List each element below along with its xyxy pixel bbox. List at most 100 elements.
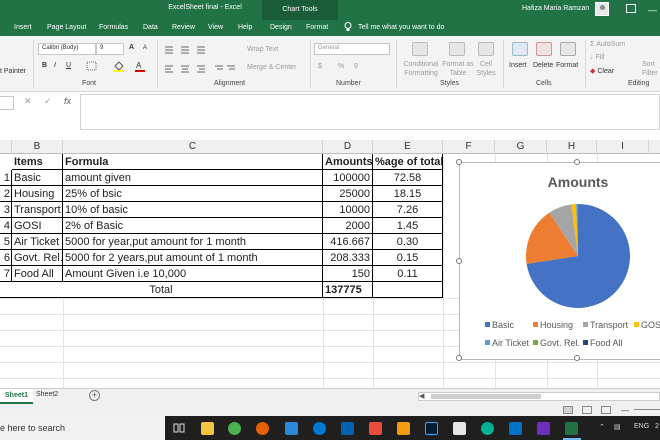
table-cell[interactable]: 0.30: [373, 234, 443, 250]
file-explorer-icon[interactable]: [201, 422, 214, 435]
resize-handle[interactable]: [456, 258, 462, 264]
table-cell[interactable]: 2000: [323, 218, 373, 234]
sheet-tab-sheet1[interactable]: Sheet1: [0, 389, 33, 404]
header-percentage[interactable]: %age of total: [373, 154, 443, 170]
clear-button[interactable]: ◆ Clear: [590, 67, 614, 75]
fill-color-icon[interactable]: [113, 60, 125, 72]
table-cell[interactable]: Transport: [12, 202, 63, 218]
table-cell[interactable]: 5000 for year,put amount for 1 month: [63, 234, 323, 250]
conditional-formatting-button[interactable]: Conditional Formatting: [400, 60, 442, 78]
legend-label[interactable]: Govt. Rel.: [540, 338, 580, 348]
number-format-dropdown[interactable]: General: [314, 43, 390, 55]
tab-formulas[interactable]: Formulas: [99, 24, 128, 31]
header-formula[interactable]: Formula: [63, 154, 323, 170]
column-header-d[interactable]: D: [323, 140, 373, 154]
table-cell[interactable]: 100000: [323, 170, 373, 186]
minimize-icon[interactable]: —: [648, 5, 657, 15]
table-cell[interactable]: Govt. Rel.: [12, 250, 63, 266]
tray-chevron-icon[interactable]: ⌃: [599, 423, 605, 431]
network-icon[interactable]: ▤: [614, 423, 621, 431]
column-header-h[interactable]: H: [547, 140, 597, 154]
row-index[interactable]: 7: [0, 266, 12, 282]
table-cell[interactable]: 2% of Basic: [63, 218, 323, 234]
currency-button[interactable]: $: [318, 63, 322, 70]
row-index[interactable]: 4: [0, 218, 12, 234]
legend-label[interactable]: Housing: [540, 320, 573, 330]
user-name[interactable]: Hafiza Maria Ramzan: [522, 5, 589, 12]
insert-cells-button[interactable]: Insert: [509, 62, 527, 69]
edge-icon[interactable]: [313, 422, 326, 435]
total-label[interactable]: Total: [0, 282, 323, 298]
resize-handle[interactable]: [456, 355, 462, 361]
row-index[interactable]: 3: [0, 202, 12, 218]
input-language[interactable]: ENG: [634, 423, 649, 430]
zoom-out-icon[interactable]: —: [621, 406, 629, 415]
chart-legend[interactable]: Basic Housing Transport GOSI Air Ticket Govt.…: [485, 320, 660, 348]
scroll-left-icon[interactable]: ◀: [419, 392, 424, 400]
table-cell[interactable]: amount given: [63, 170, 323, 186]
format-as-table-button[interactable]: Format as Table: [440, 60, 476, 78]
remote-desktop-icon[interactable]: [341, 422, 354, 435]
pie-slices[interactable]: [526, 203, 631, 308]
table-cell[interactable]: Housing: [12, 186, 63, 202]
table-cell[interactable]: 1.45: [373, 218, 443, 234]
bold-button[interactable]: B: [42, 62, 47, 69]
comma-style-button[interactable]: 9: [354, 63, 358, 70]
sort-filter-button[interactable]: Sort Filter: [642, 60, 658, 78]
tell-me-search[interactable]: Tell me what you want to do: [358, 24, 444, 31]
table-cell[interactable]: 416.667: [323, 234, 373, 250]
resize-handle[interactable]: [574, 159, 580, 165]
column-header-a[interactable]: [0, 140, 12, 154]
notes-app-icon[interactable]: [453, 422, 466, 435]
avatar[interactable]: [595, 2, 609, 16]
pie-chart[interactable]: Amounts Basic Housing Transport GOSI Air Tic…: [456, 159, 660, 361]
column-header-c[interactable]: C: [63, 140, 323, 154]
row-index[interactable]: 5: [0, 234, 12, 250]
tab-page-layout[interactable]: Page Layout: [47, 24, 86, 31]
vlc-icon[interactable]: [397, 422, 410, 435]
row-index[interactable]: 2: [0, 186, 12, 202]
header-items[interactable]: Items: [12, 154, 63, 170]
resize-handle[interactable]: [574, 355, 580, 361]
fill-button[interactable]: ↓ Fill: [590, 54, 604, 61]
chrome-icon[interactable]: [228, 422, 241, 435]
table-cell[interactable]: 25% of bsic: [63, 186, 323, 202]
table-cell[interactable]: 10% of basic: [63, 202, 323, 218]
table-cell[interactable]: 10000: [323, 202, 373, 218]
tab-data[interactable]: Data: [143, 24, 158, 31]
sheet-tab-sheet2[interactable]: Sheet2: [36, 391, 58, 398]
font-color-icon[interactable]: A: [134, 60, 146, 72]
normal-view-icon[interactable]: [563, 406, 573, 414]
ribbon-display-options-icon[interactable]: [626, 4, 636, 13]
name-box[interactable]: [0, 96, 14, 110]
wrap-text-button[interactable]: Wrap Text: [247, 46, 278, 53]
legend-label[interactable]: GOSI: [641, 320, 660, 330]
table-cell[interactable]: 7.26: [373, 202, 443, 218]
total-value[interactable]: 137775: [323, 282, 373, 298]
page-break-view-icon[interactable]: [601, 406, 611, 414]
column-header-i[interactable]: I: [597, 140, 649, 154]
tab-review[interactable]: Review: [172, 24, 195, 31]
scroll-thumb[interactable]: [431, 394, 541, 399]
tab-insert[interactable]: Insert: [14, 24, 32, 31]
enter-icon[interactable]: ✓: [44, 96, 52, 107]
font-name-dropdown[interactable]: Calibri (Body): [38, 43, 96, 55]
legend-label[interactable]: Transport: [590, 320, 629, 330]
table-cell[interactable]: 0.11: [373, 266, 443, 282]
add-sheet-icon[interactable]: +: [89, 390, 100, 401]
italic-button[interactable]: I: [54, 62, 56, 69]
photoshop-icon[interactable]: [425, 422, 438, 435]
underline-button[interactable]: U: [66, 62, 71, 69]
autosum-button[interactable]: Σ AutoSum: [590, 41, 625, 48]
cancel-icon[interactable]: ✕: [24, 96, 32, 107]
excel-taskbar-icon[interactable]: [565, 422, 578, 435]
percent-button[interactable]: %: [338, 63, 344, 70]
row-index[interactable]: 1: [0, 170, 12, 186]
firefox-icon[interactable]: [256, 422, 269, 435]
table-cell[interactable]: 25000: [323, 186, 373, 202]
task-view-icon[interactable]: [173, 422, 185, 434]
table-cell[interactable]: Amount Given i.e 10,000: [63, 266, 323, 282]
table-cell[interactable]: 5000 for 2 years,put amount of 1 month: [63, 250, 323, 266]
taskbar-search[interactable]: e here to search: [0, 416, 165, 440]
column-header-b[interactable]: B: [12, 140, 63, 154]
